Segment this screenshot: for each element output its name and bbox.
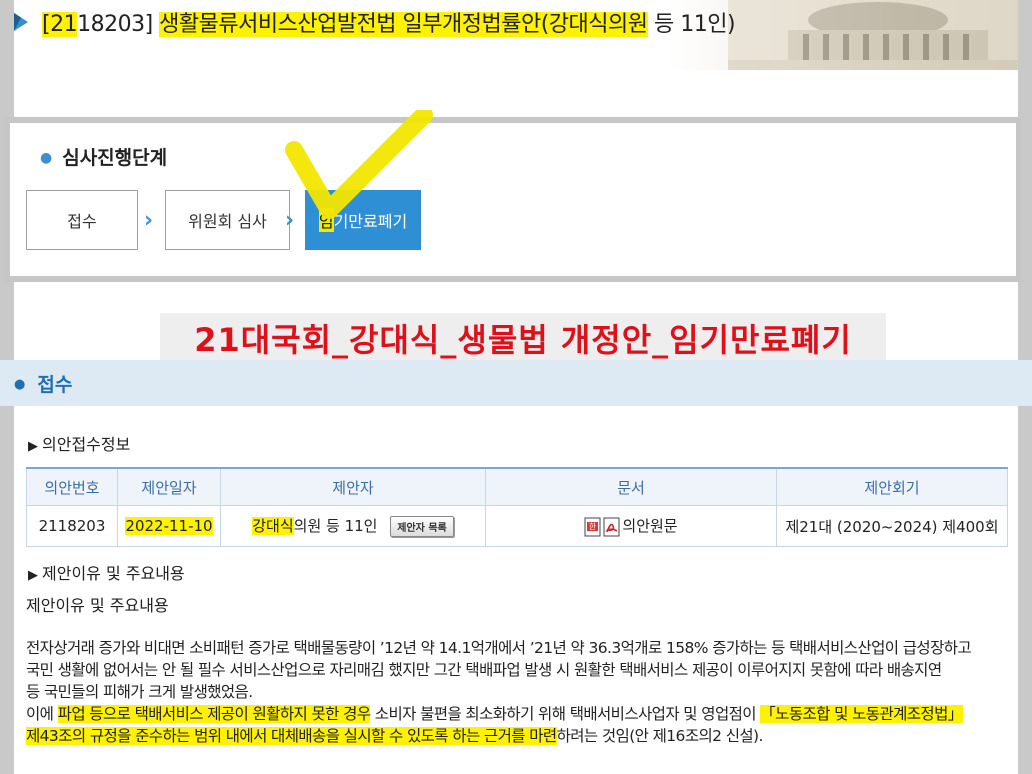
info-heading: ▶ 의안접수정보 bbox=[28, 435, 131, 454]
reason-line: 국민 생활에 없어서는 안 될 필수 서비스산업으로 자리매김 했지만 그간 택… bbox=[26, 661, 942, 679]
assembly-building-image bbox=[728, 0, 1018, 70]
col-header-document: 문서 bbox=[485, 467, 777, 506]
cell-document: 한 의안원문 bbox=[485, 505, 777, 547]
reason-label: 제안이유 및 주요내용 bbox=[26, 596, 169, 615]
reason-line: 제43조의 규정을 준수하는 범위 내에서 대체배송을 실시할 수 있도록 하는… bbox=[26, 727, 763, 745]
bill-proposer-rest: 등 11인) bbox=[647, 12, 736, 37]
document-link[interactable]: 의안원문 bbox=[622, 517, 677, 535]
bill-proposer: (강대식의원 bbox=[540, 12, 648, 37]
cell-session: 제21대 (2020~2024) 제400회 bbox=[776, 505, 1008, 547]
reason-line: 이에 파업 등으로 택배서비스 제공이 원활하지 못한 경우 소비자 불편을 최… bbox=[26, 705, 963, 723]
pdf-document-icon[interactable] bbox=[603, 517, 621, 537]
bill-number-rest: 18203] bbox=[77, 12, 153, 37]
annotation-banner: 21대국회_강대식_생물법 개정안_임기만료폐기 bbox=[160, 313, 886, 363]
col-header-bill-no: 의안번호 bbox=[26, 467, 118, 506]
reason-heading: ▶ 제안이유 및 주요내용 bbox=[28, 564, 185, 583]
col-header-date: 제안일자 bbox=[117, 467, 221, 506]
hwp-document-icon[interactable]: 한 bbox=[584, 517, 602, 537]
annotation-banner-text: 21대국회_강대식_생물법 개정안_임기만료폐기 bbox=[194, 321, 852, 359]
bill-title-bar: [2118203] 생활물류서비스산업발전법 일부개정법률안(강대식의원 등 1… bbox=[14, 0, 1018, 70]
col-header-proposer: 제안자 bbox=[220, 467, 486, 506]
bill-number-highlight: [21 bbox=[42, 12, 78, 37]
stage-heading: ● 심사진행단계 bbox=[40, 147, 168, 169]
section-bar-receipt bbox=[0, 360, 1032, 406]
bill-title: [2118203] 생활물류서비스산업발전법 일부개정법률안(강대식의원 등 1… bbox=[42, 6, 736, 38]
reason-body: 전자상거래 증가와 비대면 소비패턴 증가로 택배물동량이 ’12년 약 14.… bbox=[26, 637, 1026, 747]
section-title-receipt: ● 접수 bbox=[14, 374, 73, 396]
bill-name: 생활물류서비스산업발전법 일부개정법률안 bbox=[159, 12, 541, 37]
cell-date: 2022-11-10 bbox=[117, 505, 221, 547]
review-stage-box bbox=[4, 117, 1022, 282]
reason-line: 등 국민들의 피해가 크게 발생했었음. bbox=[26, 683, 253, 701]
stage-step-committee-review[interactable]: 위원회 심사 bbox=[165, 190, 290, 250]
proposer-list-button[interactable]: 제안자 목록 bbox=[390, 516, 454, 537]
proposer-name[interactable]: 강대식 bbox=[252, 517, 294, 535]
chevron-right-icon: › bbox=[144, 208, 154, 233]
checkmark-annotation-icon bbox=[285, 110, 433, 219]
cell-proposer: 강대식의원 등 11인 제안자 목록 bbox=[220, 505, 486, 547]
cell-bill-no: 2118203 bbox=[26, 505, 118, 547]
table-row: 2118203 2022-11-10 강대식의원 등 11인 제안자 목록 한 … bbox=[26, 505, 1008, 547]
page-frame: [2118203] 생활물류서비스산업발전법 일부개정법률안(강대식의원 등 1… bbox=[0, 0, 1032, 774]
svg-text:한: 한 bbox=[589, 522, 597, 531]
reason-line: 전자상거래 증가와 비대면 소비패턴 증가로 택배물동량이 ’12년 약 14.… bbox=[26, 639, 972, 657]
bill-info-table: 의안번호 제안일자 제안자 문서 제안회기 2118203 2022-11-10… bbox=[26, 467, 1008, 547]
stage-step-received[interactable]: 접수 bbox=[26, 190, 138, 250]
title-arrow-icon bbox=[14, 13, 28, 31]
col-header-session: 제안회기 bbox=[776, 467, 1008, 506]
